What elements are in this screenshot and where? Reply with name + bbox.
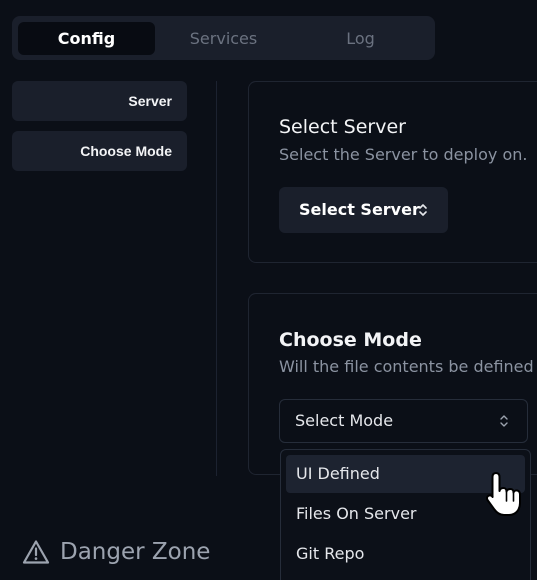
vertical-divider — [216, 81, 217, 476]
option-git-repo[interactable]: Git Repo — [286, 535, 525, 573]
select-server-button[interactable]: Select Server — [279, 187, 448, 233]
hand-pointer-cursor-icon — [485, 472, 521, 516]
tab-services[interactable]: Services — [155, 22, 292, 55]
select-server-label: Select Server — [299, 200, 420, 219]
server-card-title: Select Server — [279, 116, 406, 138]
select-mode-dropdown[interactable]: Select Mode — [279, 399, 528, 443]
danger-zone-label: Danger Zone — [60, 539, 211, 565]
server-card-description: Select the Server to deploy on. — [279, 145, 528, 164]
sidebar-item-choose-mode[interactable]: Choose Mode — [12, 131, 187, 171]
chevron-up-down-icon — [419, 204, 427, 216]
chevron-up-down-icon — [500, 415, 508, 427]
sidebar-item-server[interactable]: Server — [12, 81, 187, 121]
mode-card-title: Choose Mode — [279, 329, 422, 351]
tab-config[interactable]: Config — [18, 22, 155, 55]
tab-log[interactable]: Log — [292, 22, 429, 55]
select-mode-value: Select Mode — [295, 411, 394, 430]
server-card: Select Server Select the Server to deplo… — [248, 81, 537, 263]
danger-zone-link[interactable]: Danger Zone — [22, 536, 210, 568]
warning-triangle-icon — [22, 540, 50, 564]
mode-card-description: Will the file contents be defined in — [279, 357, 537, 376]
tab-bar: Config Services Log — [12, 16, 435, 60]
mode-card: Choose Mode Will the file contents be de… — [248, 293, 537, 475]
